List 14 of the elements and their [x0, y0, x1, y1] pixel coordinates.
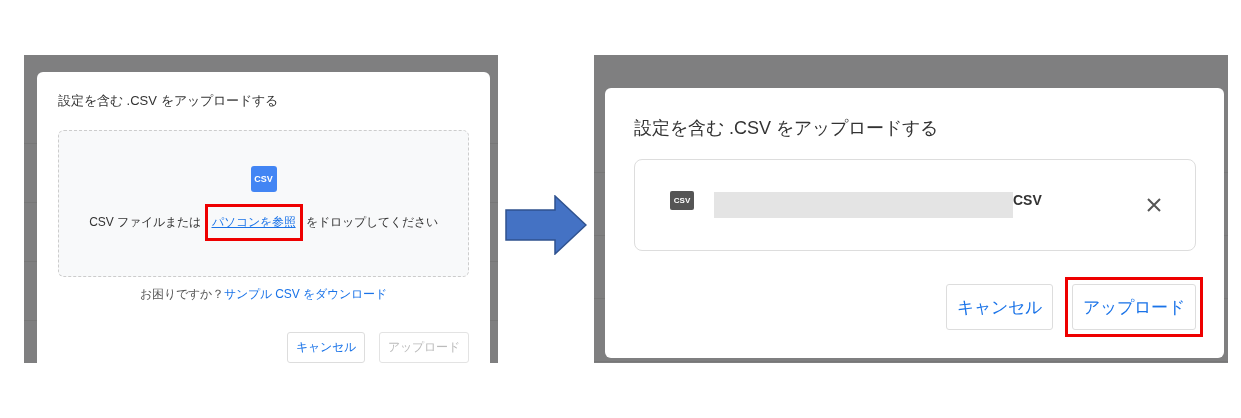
- browse-link[interactable]: パソコンを参照: [204, 204, 303, 241]
- drop-zone[interactable]: CSV CSV ファイルまたは パソコンを参照 をドロップしてください: [58, 130, 469, 277]
- dialog-title: 設定を含む .CSV をアップロードする: [634, 117, 939, 140]
- dialog-title: 設定を含む .CSV をアップロードする: [58, 92, 279, 110]
- download-sample-link[interactable]: サンプル CSV をダウンロード: [223, 287, 388, 301]
- dialog-button[interactable]: アップロード: [1072, 284, 1196, 330]
- dialog-button[interactable]: キャンセル: [946, 284, 1053, 330]
- dialog-button[interactable]: キャンセル: [287, 332, 365, 363]
- file-name: CSV: [1013, 192, 1042, 208]
- close-icon[interactable]: [1147, 198, 1161, 212]
- help-text: お困りですか？サンプル CSV をダウンロード: [138, 286, 389, 303]
- right-arrow-icon: [505, 195, 587, 255]
- csv-file-icon: CSV: [250, 166, 277, 192]
- csv-file-icon: CSV: [670, 190, 694, 210]
